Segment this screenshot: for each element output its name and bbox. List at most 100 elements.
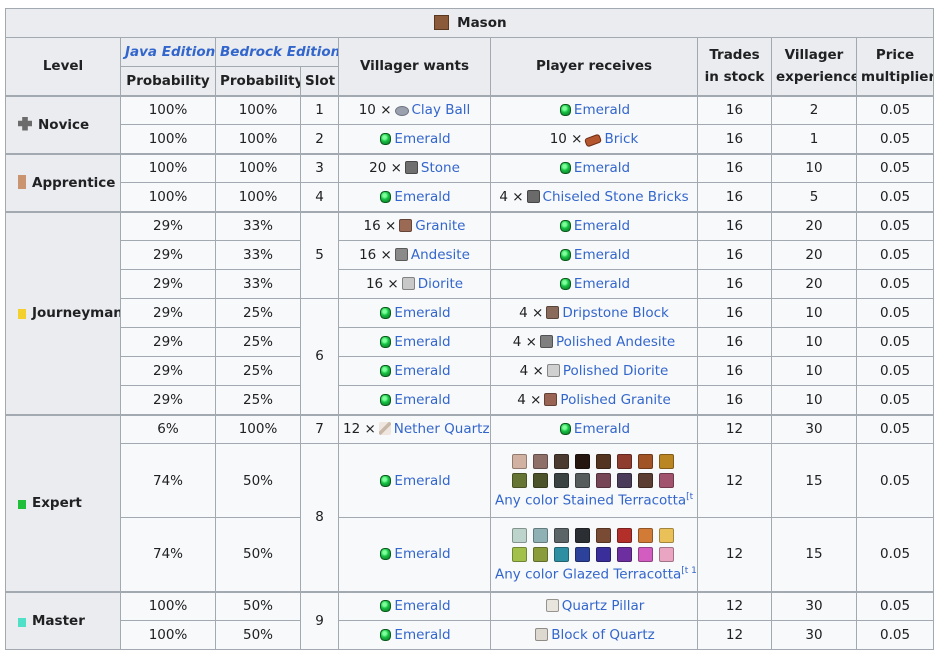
stained-terracotta-icon [533,454,548,470]
polished-granite-icon [544,392,558,406]
trade-row: 29% 25% Emerald 4 × Polished Andesite 16 … [6,327,935,357]
quantity: 16 × [363,218,397,235]
villager-wants: Emerald [338,124,491,154]
stained-terracotta-icon [596,454,611,470]
item-link[interactable]: Polished Diorite [563,363,668,379]
emerald-icon [380,365,392,377]
item-link[interactable]: Emerald [394,627,450,643]
item-link[interactable]: Clay Ball [412,102,471,118]
table-title: Mason [4,8,935,38]
villager-wants: Emerald [338,298,491,328]
java-probability: 100% [120,182,216,212]
emerald-icon [380,548,392,561]
item-link[interactable]: Emerald [574,160,630,176]
item-link[interactable]: Any color Glazed Terracotta [495,567,681,583]
apprentice-badge-icon [18,174,26,189]
item-link[interactable]: Emerald [394,189,450,205]
item-link[interactable]: Block of Quartz [551,627,655,643]
stained-terracotta-icon [575,473,590,489]
item-link[interactable]: Granite [415,218,465,234]
player-receives: 4 × Polished Andesite [490,327,698,357]
header-slot: Slot [300,66,339,96]
item-link[interactable]: Emerald [394,334,450,350]
emerald-icon [380,393,392,406]
item-link[interactable]: Stone [421,160,460,176]
trade-row: Journeyman 29% 33% 5 16 × Granite Emerald… [5,211,935,415]
header-trades-in-stock: Trades in stock [697,37,772,96]
bedrock-edition-link[interactable]: Bedrock Edition [220,44,338,60]
trade-row: 29% 25% Emerald 4 × Polished Diorite 16 1… [6,356,935,386]
item-link[interactable]: Polished Granite [560,392,670,408]
price-multiplier: 0.05 [855,385,935,415]
java-edition-link[interactable]: Java Edition [125,44,215,60]
trade-row: 29% 33% 16 × Andesite Emerald 16 20 0.05 [6,240,935,270]
polished-andesite-icon [539,335,553,348]
item-link[interactable]: Emerald [394,598,450,614]
item-link[interactable]: Emerald [394,363,450,379]
quantity: 4 × [512,334,537,350]
stained-terracotta-icon [554,473,569,489]
item-link[interactable]: Emerald [574,421,630,437]
quantity: 4 × [517,391,542,408]
slot-number: 3 [300,153,339,183]
item-link[interactable]: Any color Stained Terracotta [495,493,686,509]
item-link[interactable]: Emerald [394,305,450,321]
item-link[interactable]: Quartz Pillar [562,598,645,614]
glazed-terracotta-icon [659,528,674,543]
polished-diorite-icon [546,364,560,377]
java-probability: 100% [120,153,216,183]
bedrock-probability: 33% [215,269,301,299]
item-link[interactable]: Emerald [574,218,630,234]
item-link[interactable]: Chiseled Stone Bricks [543,189,689,205]
stained-terracotta-icon [554,454,569,470]
trade-row: 29% 25% Emerald 4 × Polished Granite 16 1… [6,385,935,415]
bedrock-probability: 33% [215,240,301,270]
item-link[interactable]: Emerald [394,473,450,489]
price-multiplier: 0.05 [855,414,935,444]
stained-terracotta-icon [659,473,674,489]
quantity: 16 × [359,247,392,263]
footnote-ref[interactable]: [t 1] [681,566,696,576]
slot-number: 8 [300,443,339,592]
villager-experience: 5 [771,182,857,212]
item-link[interactable]: Emerald [574,102,630,118]
item-link[interactable]: Emerald [394,546,450,562]
player-receives: Emerald [490,269,698,299]
java-probability: 29% [120,385,216,415]
master-badge-icon [18,617,26,627]
villager-experience: 2 [771,95,857,125]
header-level: Level [5,37,121,96]
trades-in-stock: 16 [697,298,772,328]
emerald-icon [559,104,571,117]
item-link[interactable]: Emerald [574,276,630,292]
table-title-text: Mason [457,15,507,31]
item-link[interactable]: Emerald [394,392,450,408]
villager-wants: Emerald [338,182,491,212]
tier-novice: Novice 100% 100% 1 10 × Clay Ball Emerald… [5,95,935,154]
villager-wants: Emerald [338,443,491,518]
footnote-ref[interactable]: [t 1] [686,492,696,502]
price-multiplier: 0.05 [855,620,935,650]
header-bedrock-probability: Probability [215,66,301,96]
trades-in-stock: 16 [697,240,772,270]
bedrock-probability: 50% [215,517,301,592]
item-link[interactable]: Andesite [411,247,470,263]
trades-in-stock: 16 [697,356,772,386]
item-link[interactable]: Nether Quartz [394,421,490,437]
slot-number: 5 [300,211,339,299]
item-link[interactable]: Diorite [418,276,463,292]
bedrock-probability: 50% [215,443,301,518]
item-link[interactable]: Brick [604,131,638,147]
trade-row: 74% 50% Emerald Any color Glazed Terraco… [6,517,935,592]
item-link[interactable]: Emerald [574,247,630,263]
player-receives: Any color Glazed Terracotta[t 1] [490,517,698,592]
item-link[interactable]: Dripstone Block [562,305,669,321]
header-java-edition[interactable]: Java Edition [120,37,216,67]
header-bedrock-edition[interactable]: Bedrock Edition [215,37,339,67]
item-link[interactable]: Polished Andesite [556,334,675,350]
bedrock-probability: 25% [215,385,301,415]
trades-in-stock: 16 [697,327,772,357]
item-link[interactable]: Emerald [394,131,450,147]
villager-wants: 16 × Andesite [338,240,491,270]
price-multiplier: 0.05 [855,153,935,183]
